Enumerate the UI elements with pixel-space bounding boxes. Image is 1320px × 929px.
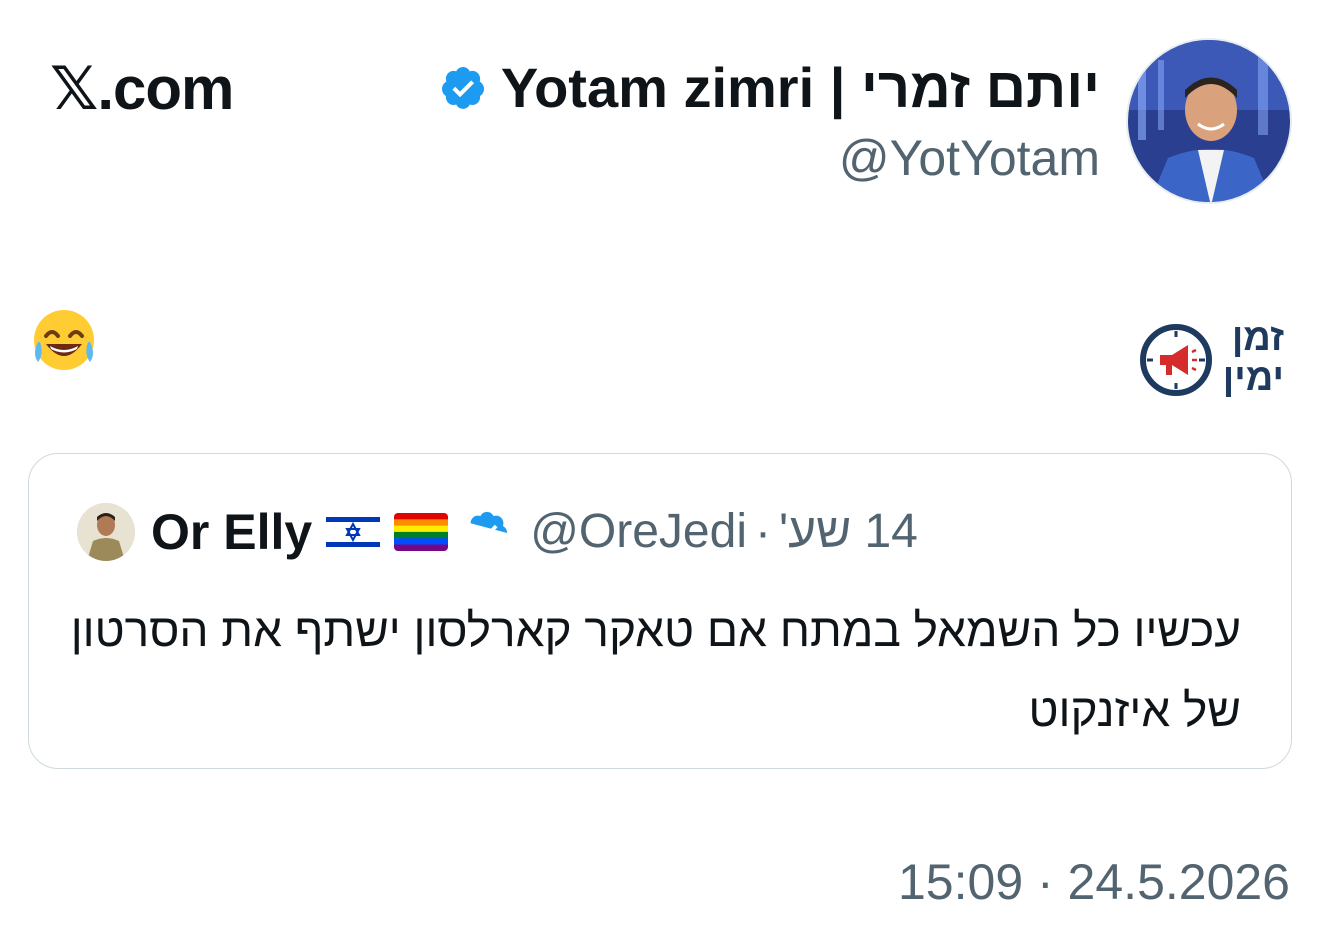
quoted-author-name: Or Elly <box>151 504 313 560</box>
post-timestamp[interactable]: 15:09 · 24.5.2026 <box>898 852 1290 912</box>
rainbow-flag-icon <box>394 513 449 551</box>
verified-badge-icon <box>470 511 508 541</box>
author-avatar[interactable] <box>1126 38 1292 204</box>
brand-wordmark: זמן ימין <box>1223 318 1284 398</box>
tweet-screenshot: 𝕏.com Yotam zimri | יותם זמרי @YotYotam <box>0 0 1320 929</box>
x-logo-icon: 𝕏 <box>50 54 98 124</box>
clock-megaphone-icon <box>1140 324 1212 396</box>
meta-separator: · <box>754 505 771 559</box>
laughing-emoji-icon <box>30 306 98 374</box>
site-logo[interactable]: 𝕏.com <box>50 54 234 124</box>
quoted-tweet-header: Or Elly @OreJedi · 14 שע' <box>77 502 918 562</box>
brand-line-2: ימין <box>1222 357 1284 399</box>
quoted-author-handle[interactable]: @OreJedi <box>530 504 747 560</box>
quoted-user-avatar-icon <box>77 503 135 561</box>
quoted-time[interactable]: 14 שע' <box>779 504 918 560</box>
quoted-tweet-card[interactable]: Or Elly @OreJedi · 14 שע' עכשיו כל השמאל… <box>28 453 1292 769</box>
author-display-name: Yotam zimri | יותם זמרי <box>500 56 1100 119</box>
quoted-author-avatar[interactable] <box>77 503 135 561</box>
author-name-row[interactable]: Yotam zimri | יותם זמרי <box>439 58 1100 118</box>
author-handle[interactable]: @YotYotam <box>839 130 1100 186</box>
zman-yamin-logo: זמן ימין <box>1138 318 1288 402</box>
verified-badge-icon <box>441 67 484 109</box>
brand-line-1: זמן <box>1231 317 1284 359</box>
israel-flag-icon <box>326 513 381 551</box>
quoted-tweet-text: עכשיו כל השמאל במתח אם טאקר קארלסון ישתף… <box>70 604 1241 736</box>
user-avatar-photo-icon <box>1128 40 1290 202</box>
site-domain: .com <box>97 55 234 122</box>
